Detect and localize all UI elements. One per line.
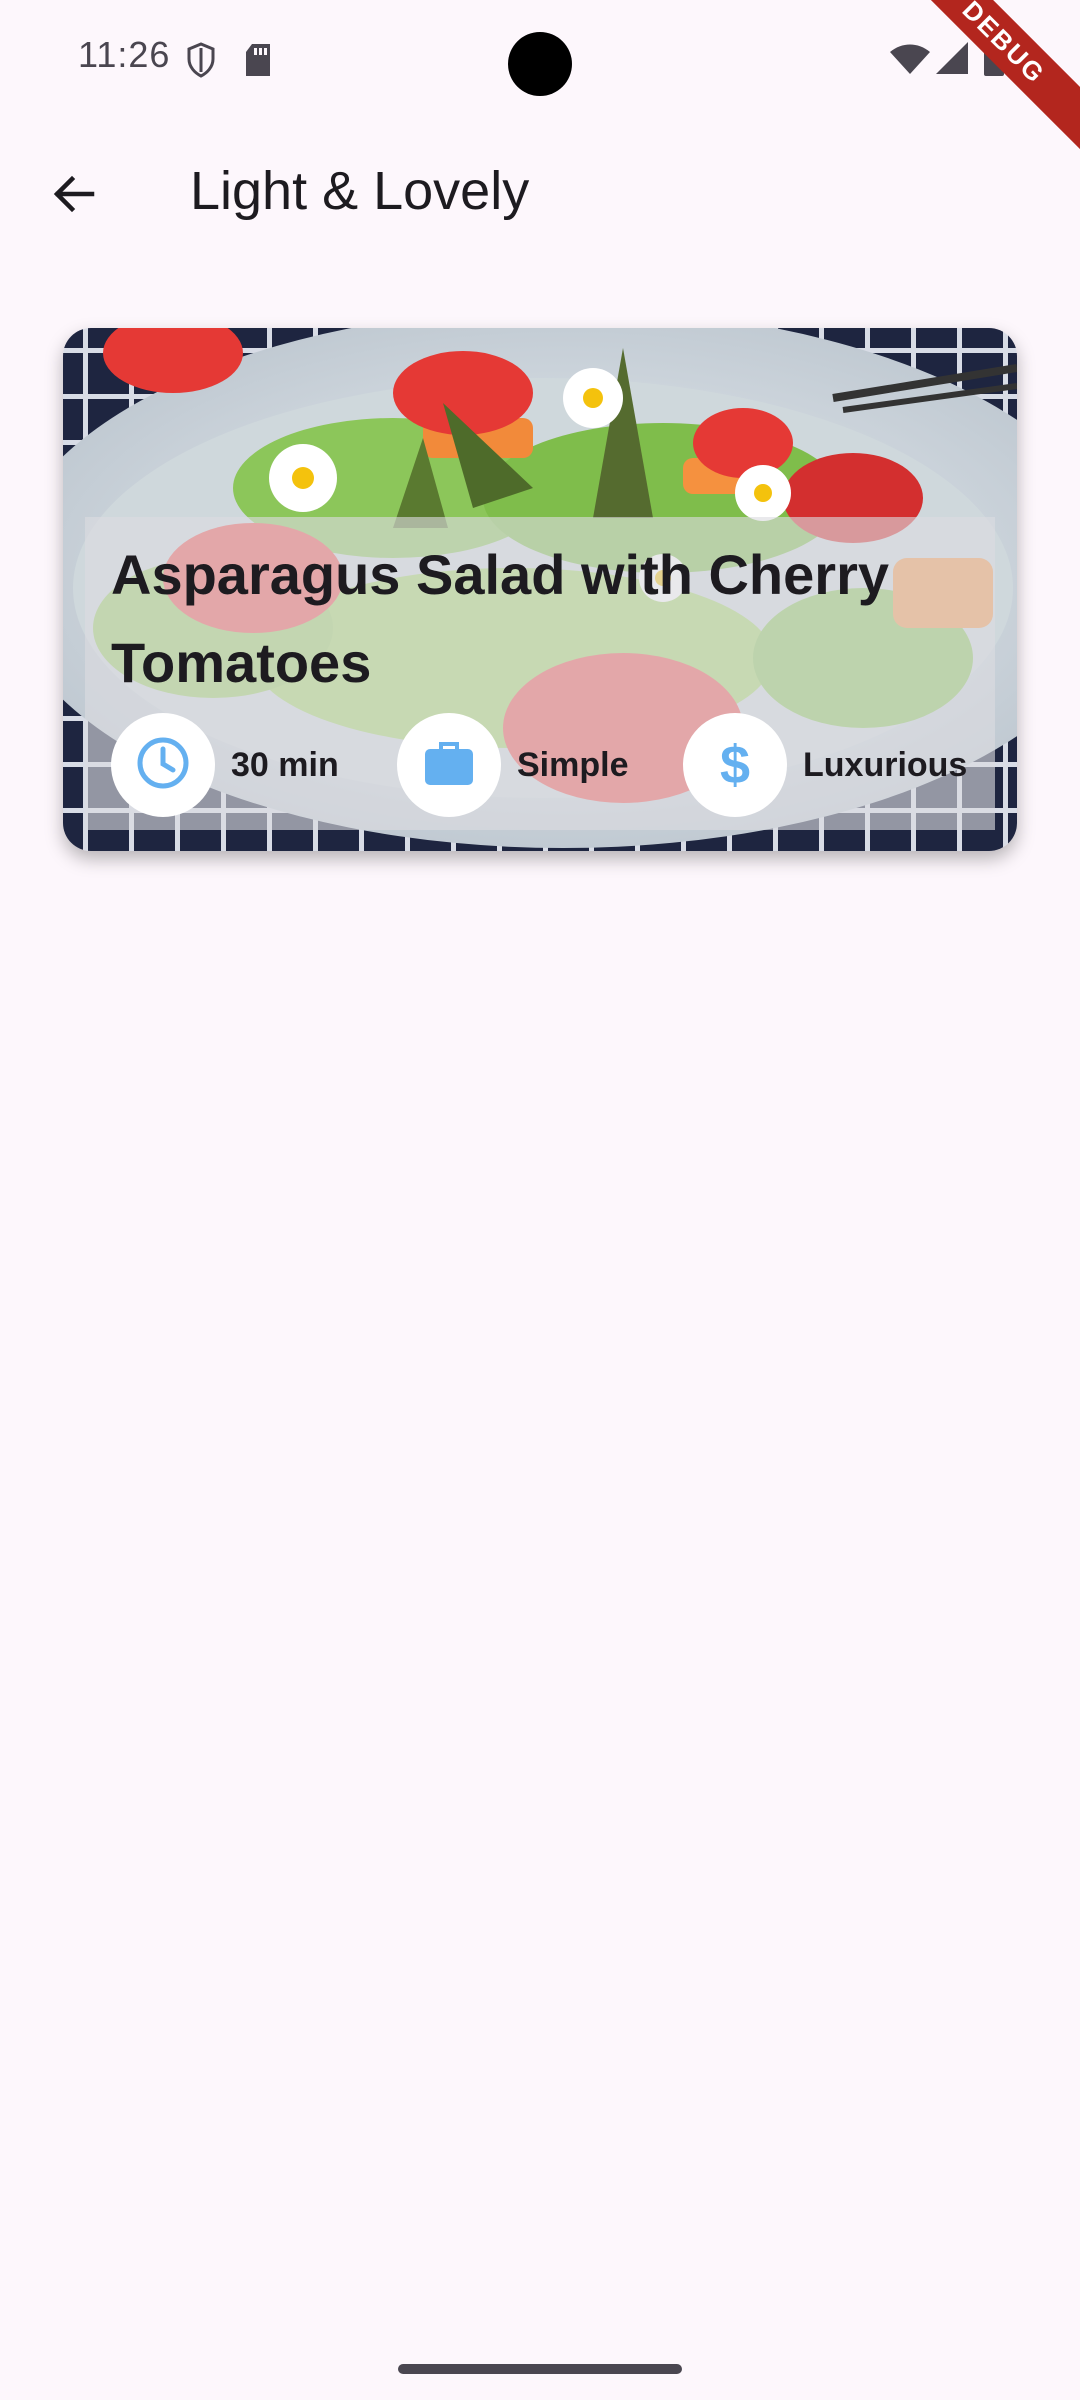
signal-icon — [936, 42, 968, 79]
app-bar: Light & Lovely — [0, 120, 1080, 260]
meal-meta-row: 30 min Simple $ Luxurious — [111, 713, 991, 817]
briefcase-icon — [421, 735, 477, 796]
meal-card[interactable]: Asparagus Salad with Cherry Tomatoes 30 … — [63, 328, 1017, 851]
clock-icon — [135, 735, 191, 796]
affordability-label: Luxurious — [803, 745, 968, 784]
affordability-icon-circle: $ — [683, 713, 787, 817]
sd-card-icon — [244, 44, 272, 81]
shield-icon — [186, 42, 216, 83]
page-title: Light & Lovely — [190, 161, 530, 221]
status-bar: 11:26 DEBUG — [0, 0, 1080, 157]
wifi-icon — [890, 44, 930, 79]
complexity-item: Simple — [397, 713, 628, 817]
duration-item: 30 min — [111, 713, 339, 817]
dollar-icon: $ — [719, 735, 751, 795]
status-time: 11:26 — [78, 34, 171, 75]
complexity-label: Simple — [517, 745, 629, 784]
affordability-item: $ Luxurious — [683, 713, 967, 817]
duration-icon-circle — [111, 713, 215, 817]
back-button[interactable] — [34, 156, 114, 236]
arrow-back-icon — [50, 170, 98, 223]
meal-title: Asparagus Salad with Cherry Tomatoes — [111, 543, 890, 694]
gesture-nav-handle[interactable] — [398, 2364, 682, 2374]
duration-label: 30 min — [231, 745, 339, 784]
complexity-icon-circle — [397, 713, 501, 817]
camera-cutout — [508, 32, 572, 96]
meal-info-overlay: Asparagus Salad with Cherry Tomatoes 30 … — [85, 517, 995, 830]
